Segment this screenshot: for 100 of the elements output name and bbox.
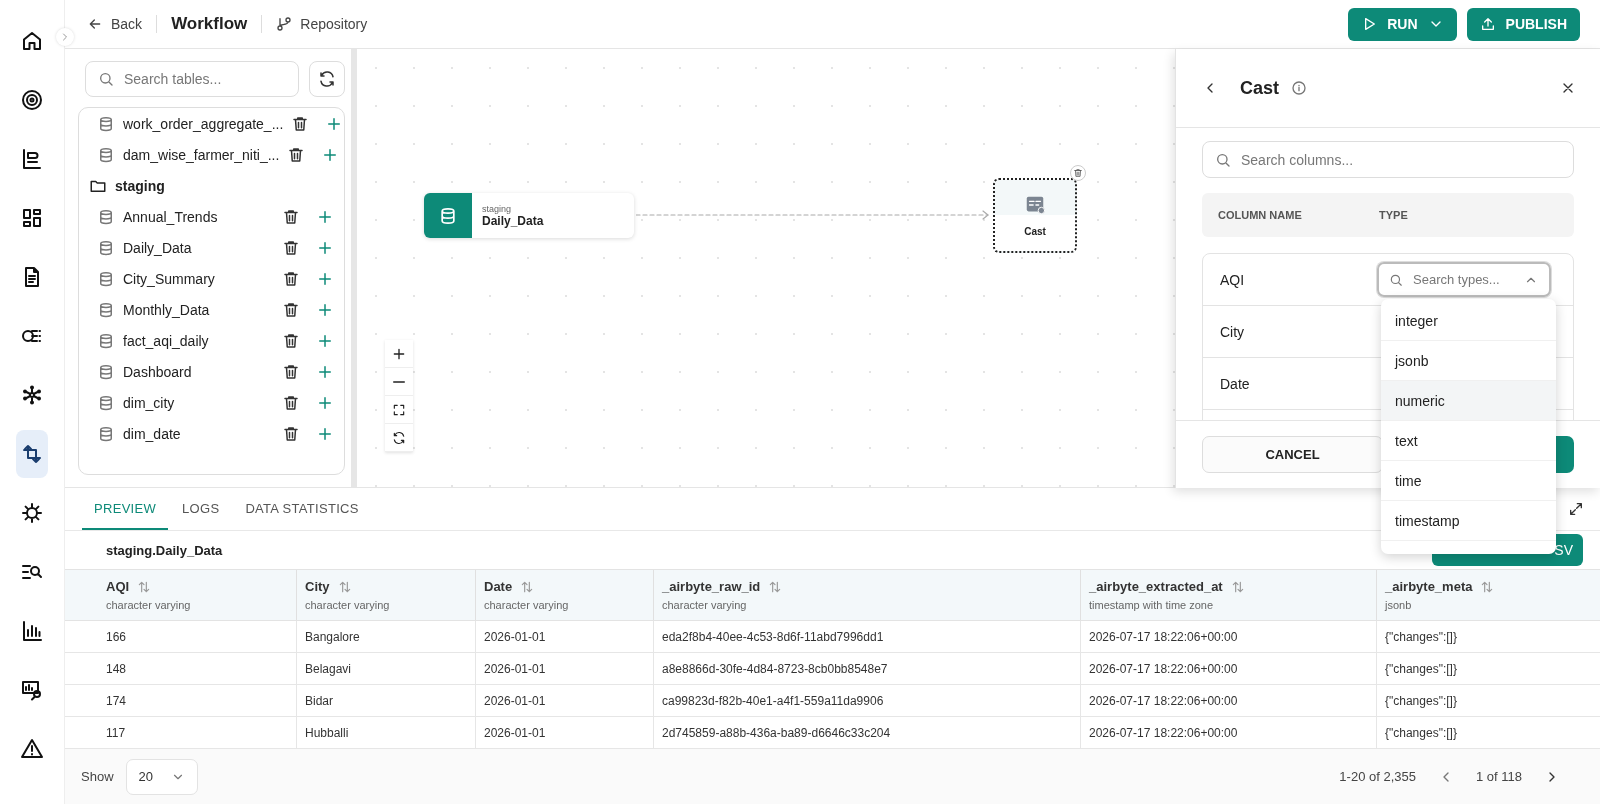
table-name[interactable]: fact_aqi_daily [123, 332, 274, 349]
column-heading: _airbyte_raw_id [662, 579, 761, 594]
table-cell: Hubballi [305, 725, 349, 740]
table-cell: 2026-01-01 [484, 661, 546, 676]
table-name[interactable]: dam_wise_farmer_niti_... [123, 146, 280, 163]
column-heading: AQI [106, 579, 130, 594]
cancel-button[interactable]: CANCEL [1202, 436, 1383, 473]
trash-icon[interactable] [282, 424, 300, 443]
reset-button[interactable] [385, 424, 413, 452]
type-select[interactable]: Search types... [1377, 262, 1551, 297]
nav-item[interactable] [16, 430, 48, 478]
column-name: AQI [1220, 271, 1246, 288]
sort-icon[interactable] [337, 579, 352, 594]
table-cell: 117 [106, 725, 126, 740]
database-icon [97, 300, 115, 319]
sort-icon[interactable] [137, 579, 152, 594]
node-schema: staging [482, 203, 513, 214]
operation-node[interactable]: Cast [993, 178, 1077, 253]
zoom-in-button[interactable] [385, 340, 413, 368]
column-type: character varying [106, 599, 192, 611]
expand-icon[interactable] [1568, 501, 1584, 517]
trash-icon[interactable] [291, 114, 310, 133]
table-cell: {"changes":[]} [1385, 661, 1457, 676]
node-title: Cast [1024, 226, 1046, 237]
schema-name[interactable]: staging [115, 177, 165, 194]
publish-button[interactable]: PUBLISH [1466, 7, 1580, 41]
type-option[interactable]: timestamp [1381, 501, 1556, 541]
column-name: Date [1220, 375, 1251, 392]
database-icon [97, 207, 115, 226]
column-type: character varying [662, 599, 748, 611]
branch-icon [276, 16, 293, 32]
sort-icon[interactable] [520, 579, 535, 594]
trash-icon[interactable] [282, 393, 300, 412]
table-cell: 2026-07-17 18:22:06+00:00 [1089, 661, 1238, 676]
trash-icon[interactable] [282, 269, 300, 288]
table-name[interactable]: Daily_Data [123, 239, 274, 256]
trash-icon[interactable] [282, 362, 300, 381]
expand-toggle[interactable] [56, 28, 74, 46]
trash-icon[interactable] [282, 300, 300, 319]
table-cell: 166 [106, 629, 127, 644]
repository-link[interactable]: Repository [276, 16, 368, 32]
trash-icon[interactable] [282, 207, 300, 226]
table-cell: a8e8866d-30fe-4d84-8723-8cb0bb8548e7 [662, 661, 888, 676]
run-button[interactable]: RUN [1348, 7, 1457, 41]
table-name[interactable]: dim_date [123, 425, 274, 442]
trash-icon[interactable] [282, 331, 300, 350]
page-title: Workflow [171, 14, 248, 34]
table-cell: eda2f8b4-40ee-4c53-8d6f-11abd7996dd1 [662, 629, 884, 644]
table-title: staging.Daily_Data [106, 542, 223, 558]
table-name[interactable]: Dashboard [123, 363, 274, 380]
sort-icon[interactable] [1480, 579, 1495, 594]
zoom-out-button[interactable] [385, 368, 413, 396]
type-option[interactable]: numeric [1381, 381, 1556, 421]
range-label: 1-20 of 2,355 [1339, 769, 1416, 784]
fit-icon [392, 402, 406, 417]
table-cell: {"changes":[]} [1385, 725, 1457, 740]
sort-icon[interactable] [768, 579, 783, 594]
upload-icon [1479, 16, 1496, 32]
tab[interactable]: LOGS [170, 488, 232, 530]
delete-node-button[interactable] [1070, 165, 1086, 181]
database-icon [97, 424, 115, 443]
trash-icon[interactable] [287, 145, 306, 164]
info-icon[interactable] [1291, 80, 1307, 96]
type-option[interactable]: time [1381, 461, 1556, 501]
type-option[interactable]: integer [1381, 301, 1556, 341]
fit-view-button[interactable] [385, 396, 413, 424]
source-node[interactable]: staging Daily_Data [424, 193, 634, 238]
search-field[interactable]: Search tables... [85, 61, 300, 97]
table-cell: 2026-07-17 18:22:06+00:00 [1089, 725, 1238, 740]
table-name[interactable]: City_Summary [123, 270, 274, 287]
home-icon [20, 29, 44, 53]
database-icon [97, 331, 115, 350]
database-icon [97, 362, 115, 381]
database-icon [97, 145, 115, 164]
table-cell: 2026-07-17 18:22:06+00:00 [1089, 693, 1238, 708]
table-cell: 148 [106, 661, 127, 676]
network-icon [20, 383, 44, 407]
refresh-button[interactable] [309, 61, 345, 97]
column-name: City [1220, 323, 1246, 340]
column-heading: Date [484, 579, 513, 594]
back-button[interactable]: Back [87, 16, 143, 32]
tab[interactable]: DATA STATISTICS [233, 488, 371, 530]
table-name[interactable]: Annual_Trends [123, 208, 274, 225]
table-name[interactable]: Monthly_Data [123, 301, 274, 318]
trash-icon[interactable] [282, 238, 300, 257]
database-icon [97, 238, 115, 257]
sort-icon[interactable] [1230, 579, 1245, 594]
page-size-select[interactable]: 20 [125, 758, 198, 795]
table-name[interactable]: dim_city [123, 394, 274, 411]
type-option[interactable]: text [1381, 421, 1556, 461]
search-field[interactable]: Search columns... [1202, 141, 1574, 178]
tab[interactable]: PREVIEW [82, 488, 169, 530]
table-cell: 2026-01-01 [484, 725, 546, 740]
gear-icon [20, 501, 44, 525]
warning-icon [20, 737, 44, 761]
show-label: Show [81, 769, 114, 784]
node-title: Daily_Data [482, 213, 544, 228]
table-name[interactable]: work_order_aggregate_... [123, 115, 284, 132]
panel-title: Cast [1240, 77, 1279, 99]
bar-chart-icon [20, 619, 44, 643]
